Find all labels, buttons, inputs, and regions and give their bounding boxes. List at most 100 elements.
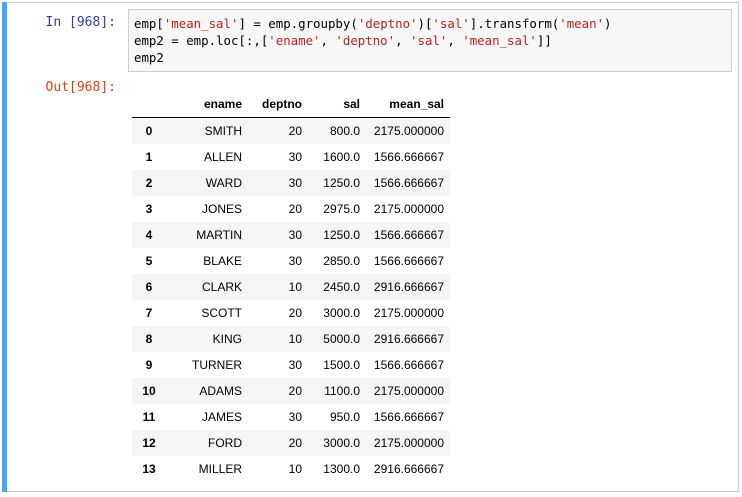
- cell-mean-sal: 2916.666667: [373, 462, 444, 476]
- code-token: ,: [320, 33, 336, 48]
- row-index: 11: [142, 410, 156, 424]
- cell-deptno: 30: [288, 228, 302, 242]
- table-row: 11 JAMES 30 950.0 1566.666667: [132, 404, 450, 430]
- table-row: 6 CLARK 10 2450.0 2916.666667: [132, 274, 450, 300]
- table-body: 0 SMITH 20 800.0 2175.000000 1 ALLEN 30 1600.0 15…: [132, 117, 450, 483]
- table-row: 10 ADAMS 20 1100.0 2175.000000: [132, 378, 450, 404]
- cell-sal: 950.0: [329, 410, 360, 424]
- cell-sal: 1300.0: [323, 462, 360, 476]
- cell-deptno: 20: [288, 306, 302, 320]
- cell-ename: SCOTT: [201, 306, 242, 320]
- cell-deptno: 30: [288, 150, 302, 164]
- output-dataframe: ename deptno sal mean_sal 0 SMITH 20 800.0 2175…: [132, 91, 450, 482]
- table-row: 8 KING 10 5000.0 2916.666667: [132, 326, 450, 352]
- code-line: emp2 = emp.loc[:,['ename', 'deptno', 'sa…: [134, 32, 726, 49]
- cell-mean-sal: 1566.666667: [373, 228, 444, 242]
- table-row: 5 BLAKE 30 2850.0 1566.666667: [132, 248, 450, 274]
- cell-mean-sal: 2175.000000: [373, 436, 444, 450]
- cell-mean-sal: 2916.666667: [373, 332, 444, 346]
- cell-sal: 1600.0: [323, 150, 360, 164]
- code-token: )[: [417, 16, 433, 31]
- cell-sal: 3000.0: [323, 306, 360, 320]
- cell-mean-sal: 2175.000000: [373, 306, 444, 320]
- cell-sal: 800.0: [329, 124, 360, 138]
- table-row: 3 JONES 20 2975.0 2175.000000: [132, 196, 450, 222]
- code-line: emp['mean_sal'] = emp.groupby('deptno')[…: [134, 15, 726, 32]
- row-index: 4: [145, 228, 153, 242]
- row-index: 13: [142, 462, 156, 476]
- cell-ename: KING: [212, 332, 242, 346]
- cell-ename: ALLEN: [203, 150, 242, 164]
- cell-mean-sal: 2175.000000: [373, 202, 444, 216]
- row-index: 0: [145, 124, 153, 138]
- table-row: 2 WARD 30 1250.0 1566.666667: [132, 170, 450, 196]
- cell-sal: 1500.0: [323, 358, 360, 372]
- code-token: emp2 = emp.loc[:,[: [134, 33, 269, 48]
- cell-mean-sal: 1566.666667: [373, 358, 444, 372]
- cell-sal: 1100.0: [324, 384, 360, 398]
- code-token: ] = emp.groupby(: [238, 16, 358, 31]
- code-token: ): [604, 16, 612, 31]
- code-string-token: 'deptno': [357, 16, 418, 31]
- row-index: 7: [145, 306, 153, 320]
- cell-mean-sal: 2175.000000: [373, 384, 444, 398]
- code-editor[interactable]: emp['mean_sal'] = emp.groupby('deptno')[…: [128, 9, 732, 72]
- cell-ename: BLAKE: [203, 254, 242, 268]
- row-index: 3: [145, 202, 153, 216]
- row-index: 5: [145, 254, 153, 268]
- code-string-token: 'sal': [410, 33, 448, 48]
- cell-sal: 2850.0: [323, 254, 360, 268]
- row-index: 1: [145, 150, 153, 164]
- cell-deptno: 10: [288, 280, 302, 294]
- code-string-token: 'sal': [432, 16, 470, 31]
- code-string-token: 'ename': [268, 33, 321, 48]
- code-string-token: 'mean_sal': [163, 16, 239, 31]
- cell-deptno: 30: [288, 358, 302, 372]
- cell-ename: MARTIN: [196, 228, 242, 242]
- row-index: 2: [145, 176, 153, 190]
- code-string-token: 'deptno': [335, 33, 396, 48]
- cell-ename: TURNER: [192, 358, 242, 372]
- table-row: 13 MILLER 10 1300.0 2916.666667: [132, 456, 450, 482]
- input-prompt: In [968]:: [45, 15, 116, 30]
- cell-ename: JONES: [201, 202, 242, 216]
- cell-deptno: 20: [288, 436, 302, 450]
- cell-ename: ADAMS: [199, 384, 242, 398]
- cell-deptno: 20: [288, 384, 302, 398]
- row-index: 10: [142, 384, 156, 398]
- code-token: ,: [447, 33, 463, 48]
- code-line: emp2: [134, 49, 726, 66]
- row-index: 9: [145, 358, 153, 372]
- cell-deptno: 10: [288, 332, 302, 346]
- cell-mean-sal: 1566.666667: [373, 254, 444, 268]
- cell-ename: JAMES: [201, 410, 242, 424]
- code-string-token: 'mean_sal': [462, 33, 537, 48]
- column-header-sal: sal: [308, 91, 366, 118]
- output-prompt: Out[968]:: [45, 80, 116, 95]
- cell-ename: MILLER: [198, 462, 242, 476]
- cell-mean-sal: 1566.666667: [373, 150, 444, 164]
- table-row: 4 MARTIN 30 1250.0 1566.666667: [132, 222, 450, 248]
- cell-sal: 5000.0: [323, 332, 360, 346]
- code-string-token: 'mean': [559, 16, 605, 31]
- code-token: ]]: [536, 33, 552, 48]
- cell-sal: 2450.0: [323, 280, 360, 294]
- code-token: emp[: [134, 16, 164, 31]
- cell-sal: 1250.0: [323, 228, 360, 242]
- column-header-deptno: deptno: [248, 91, 308, 118]
- column-header-mean-sal: mean_sal: [366, 91, 450, 118]
- code-token: ].transform(: [469, 16, 560, 31]
- table-header-row: ename deptno sal mean_sal: [132, 91, 450, 118]
- table-row: 9 TURNER 30 1500.0 1566.666667: [132, 352, 450, 378]
- code-token: emp2: [134, 50, 164, 65]
- cell-deptno: 30: [288, 254, 302, 268]
- cell-sal: 3000.0: [323, 436, 360, 450]
- row-index: 6: [145, 280, 153, 294]
- table-row: 7 SCOTT 20 3000.0 2175.000000: [132, 300, 450, 326]
- cell-deptno: 10: [288, 462, 302, 476]
- cell-ename: SMITH: [204, 124, 242, 138]
- cell-deptno: 20: [288, 202, 302, 216]
- cell-deptno: 30: [288, 410, 302, 424]
- table-row: 0 SMITH 20 800.0 2175.000000: [132, 117, 450, 144]
- table-row: 12 FORD 20 3000.0 2175.000000: [132, 430, 450, 456]
